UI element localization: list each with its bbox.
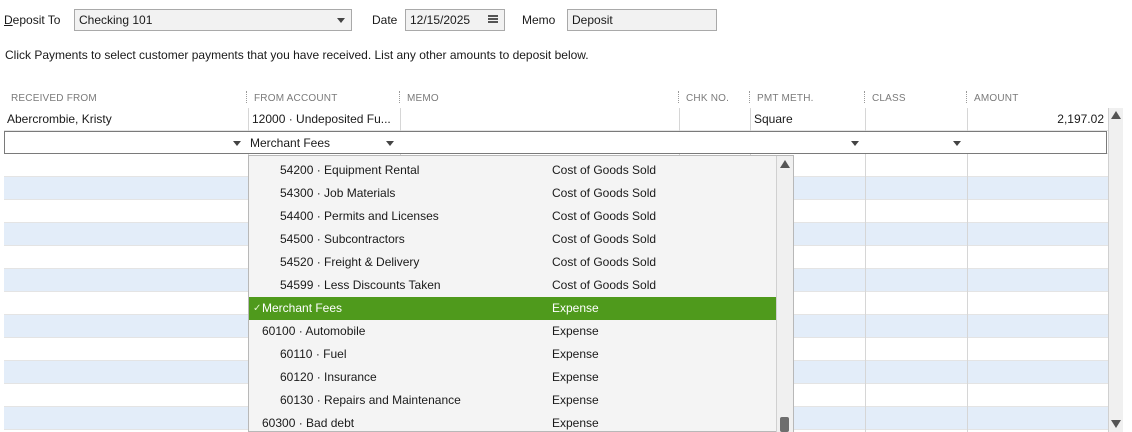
memo-field[interactable]: Deposit [567,9,717,31]
dropdown-item[interactable]: 54200 · Equipment Rental Cost of Goods So… [249,159,777,182]
dropdown-item-type: Cost of Goods Sold [552,209,657,223]
col-separator[interactable] [678,91,680,103]
cell-pmt-meth[interactable]: Square [754,108,862,131]
col-header-from-account[interactable]: FROM ACCOUNT [254,93,338,104]
dropdown-item-name: 60130 · Repairs and Maintenance [280,393,461,407]
dropdown-item-type: Cost of Goods Sold [552,186,657,200]
date-field[interactable]: 12/15/2025 [405,9,505,31]
scroll-down-icon[interactable] [1111,420,1121,428]
cell-memo[interactable] [404,108,676,131]
dropdown-item-name: 54520 · Freight & Delivery [280,255,420,269]
chevron-down-icon[interactable] [233,141,241,146]
chevron-down-icon[interactable] [386,141,394,146]
checkmark-icon: ✓ [253,303,262,314]
col-line [865,108,866,432]
col-separator[interactable] [864,91,866,103]
chevron-down-icon[interactable] [851,141,859,146]
dropdown-item-type: Cost of Goods Sold [552,163,657,177]
cell-class[interactable] [869,108,963,131]
dropdown-item[interactable]: 54400 · Permits and Licenses Cost of Good… [249,205,777,228]
dropdown-item-name: 60120 · Insurance [280,370,377,384]
dropdown-item-type: Cost of Goods Sold [552,255,657,269]
dropdown-item-type: Cost of Goods Sold [552,232,657,246]
dropdown-item[interactable]: 54520 · Freight & Delivery Cost of Goods … [249,251,777,274]
scroll-up-icon[interactable] [1111,111,1121,119]
dropdown-item[interactable]: 60100 · Automobile Expense [249,320,777,343]
memo-label: Memo [522,13,556,27]
dropdown-item-name: 54200 · Equipment Rental [280,163,420,177]
col-separator[interactable] [246,91,248,103]
dropdown-scrollbar[interactable] [776,156,793,432]
dropdown-item[interactable]: ✓ Merchant Fees Expense [249,297,777,320]
col-separator[interactable] [966,91,968,103]
cell-received-from[interactable]: Abercrombie, Kristy [7,108,245,131]
scroll-thumb[interactable] [780,417,789,432]
calendar-icon[interactable] [488,15,498,25]
account-dropdown-list[interactable]: 54200 · Equipment Rental Cost of Goods So… [248,155,794,432]
col-header-class[interactable]: CLASS [872,93,906,104]
date-label: Date [372,13,398,27]
edit-row[interactable]: Merchant Fees [4,131,1107,154]
col-line [967,108,968,432]
col-header-memo[interactable]: MEMO [407,93,439,104]
dropdown-item-type: Expense [552,324,599,338]
dropdown-item[interactable]: 54300 · Job Materials Cost of Goods Sold [249,182,777,205]
dropdown-item-name: 54500 · Subcontractors [280,232,405,246]
from-account-input[interactable]: Merchant Fees [250,132,380,155]
cell-amount[interactable]: 2,197.02 [970,108,1104,131]
cell-chk-no[interactable] [683,108,747,131]
dropdown-item[interactable]: 60130 · Repairs and Maintenance Expense [249,389,777,412]
dropdown-item-name: Merchant Fees [262,301,343,315]
dropdown-item-type: Expense [552,370,599,384]
dropdown-item-name: 60110 · Fuel [280,347,347,361]
col-separator[interactable] [749,91,751,103]
chevron-down-icon[interactable] [953,141,961,146]
dropdown-item[interactable]: 60300 · Bad debt Expense [249,412,777,431]
dropdown-item-type: Expense [552,301,599,315]
date-value: 12/15/2025 [410,13,471,27]
col-header-pmt-meth[interactable]: PMT METH. [757,93,814,104]
deposit-to-combo[interactable]: Checking 101 [74,9,352,31]
dropdown-item-name: 54599 · Less Discounts Taken [280,278,441,292]
scroll-up-icon[interactable] [780,160,790,168]
dropdown-item[interactable]: 60110 · Fuel Expense [249,343,777,366]
memo-value: Deposit [572,13,613,27]
deposit-to-value: Checking 101 [79,13,153,27]
dropdown-item[interactable]: 60120 · Insurance Expense [249,366,777,389]
grid-scrollbar[interactable] [1108,108,1123,432]
col-header-received-from[interactable]: RECEIVED FROM [11,93,97,104]
instructions-text: Click Payments to select customer paymen… [5,48,589,62]
col-separator[interactable] [399,91,401,103]
dropdown-item-name: 60100 · Automobile [262,324,366,338]
dropdown-item-type: Expense [552,416,599,430]
col-header-chk-no[interactable]: CHK NO. [686,93,729,104]
dropdown-item-name: 60300 · Bad debt [262,416,355,430]
chevron-down-icon[interactable] [337,18,345,23]
dropdown-item-type: Expense [552,347,599,361]
col-header-amount[interactable]: AMOUNT [974,93,1019,104]
dropdown-item[interactable]: 54500 · Subcontractors Cost of Goods Sold [249,228,777,251]
deposit-to-label: Deposit To [4,13,61,27]
dropdown-item-type: Expense [552,393,599,407]
dropdown-item[interactable]: 54599 · Less Discounts Taken Cost of Good… [249,274,777,297]
dropdown-item-name: 54300 · Job Materials [280,186,396,200]
dropdown-item-name: 54400 · Permits and Licenses [280,209,439,223]
dropdown-item-type: Cost of Goods Sold [552,278,657,292]
cell-from-account[interactable]: 12000 · Undeposited Fu... [252,108,398,131]
